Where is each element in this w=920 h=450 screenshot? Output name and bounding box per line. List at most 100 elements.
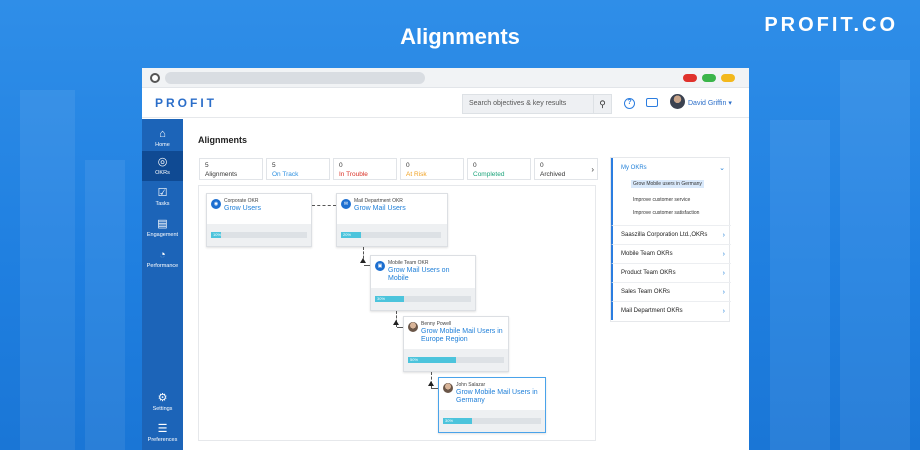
- okr-card[interactable]: Benny Powell Grow Mobile Mail Users in E…: [403, 316, 509, 372]
- okr-group-item[interactable]: Product Team OKRs ›: [611, 263, 731, 282]
- chevron-right-icon[interactable]: ›: [591, 165, 594, 174]
- chevron-right-icon: ›: [722, 232, 725, 239]
- stat-count: 0: [406, 162, 410, 169]
- sidebar-item-tasks[interactable]: ☑ Tasks: [142, 182, 183, 212]
- sidebar-item-engagement[interactable]: ▤ Engagement: [142, 213, 183, 243]
- brand-logo: PROFIT.CO: [764, 14, 898, 36]
- sidebar: ⌂ Home ◎ OKRs ☑ Tasks ▤ Engagement ◔ Per…: [142, 119, 183, 450]
- chevron-right-icon: ›: [722, 270, 725, 277]
- okr-card[interactable]: ▣ Mobile Team OKR Grow Mail Users on Mob…: [370, 255, 476, 311]
- sidebar-item-home[interactable]: ⌂ Home: [142, 123, 183, 153]
- progress-bar: 20%: [341, 232, 441, 238]
- okr-title[interactable]: Grow Mobile Mail Users in Germany: [456, 389, 540, 405]
- globe-icon: ◉: [211, 199, 221, 209]
- stat-count: 0: [540, 162, 544, 169]
- background-building: [770, 120, 830, 450]
- okr-card[interactable]: John Salazar Grow Mobile Mail Users in G…: [438, 377, 546, 433]
- my-okr-item[interactable]: Grow Mobile users in Germany: [631, 180, 704, 188]
- stat-label: On Track: [272, 171, 299, 178]
- chevron-down-icon[interactable]: ⌄: [719, 164, 725, 172]
- stat-label: In Trouble: [339, 171, 368, 178]
- okr-group-label: Product Team OKRs: [621, 270, 676, 276]
- my-okrs-header[interactable]: My OKRs: [621, 165, 647, 171]
- expand-toggle[interactable]: [393, 320, 399, 325]
- okr-group-panel: My OKRs ⌄ Grow Mobile users in Germany I…: [610, 157, 731, 322]
- chevron-right-icon: ›: [722, 308, 725, 315]
- stat-count: 5: [205, 162, 209, 169]
- stat-completed[interactable]: 0 Completed: [467, 158, 531, 180]
- okr-card[interactable]: ✉ Mail Department OKR Grow Mail Users 20…: [336, 193, 448, 247]
- okr-title[interactable]: Grow Users: [224, 205, 310, 213]
- mail-icon: ✉: [341, 199, 351, 209]
- alignment-tree: ◉ Corporate OKR Grow Users 10% ✉ Mail De…: [198, 185, 596, 441]
- window-maximize-dot[interactable]: [702, 74, 716, 82]
- mobile-team-icon: ▣: [375, 261, 385, 271]
- stat-at-risk[interactable]: 0 At Risk: [400, 158, 464, 180]
- my-okr-item[interactable]: Improve customer satisfaction: [631, 209, 701, 217]
- okr-owner: John Salazar: [456, 382, 486, 388]
- user-name: David Griffin: [688, 100, 727, 107]
- okr-title[interactable]: Grow Mobile Mail Users in Europe Region: [421, 328, 505, 344]
- home-icon: ⌂: [159, 128, 166, 140]
- okr-card[interactable]: ◉ Corporate OKR Grow Users 10%: [206, 193, 312, 247]
- stat-count: 0: [473, 162, 477, 169]
- okr-title[interactable]: Grow Mail Users: [354, 205, 446, 213]
- sliders-icon: ☰: [157, 423, 168, 435]
- okr-group-label: Mail Department OKRs: [621, 308, 683, 314]
- help-icon[interactable]: ?: [624, 98, 635, 109]
- sidebar-item-okrs[interactable]: ◎ OKRs: [142, 151, 183, 181]
- window-minimize-dot[interactable]: [721, 74, 735, 82]
- stat-label: Alignments: [205, 171, 238, 178]
- sidebar-item-settings[interactable]: ⚙ Settings: [142, 387, 183, 417]
- progress-bar: 10%: [211, 232, 307, 238]
- gauge-icon: ◔: [159, 249, 166, 261]
- stat-alignments[interactable]: 5 Alignments: [199, 158, 263, 180]
- stat-in-trouble[interactable]: 0 In Trouble: [333, 158, 397, 180]
- sidebar-item-label: OKRs: [155, 170, 170, 176]
- expand-toggle[interactable]: [428, 381, 434, 386]
- app-header: PROFIT Search objectives & key results ⚲…: [142, 88, 749, 118]
- stat-count: 5: [272, 162, 276, 169]
- search-input[interactable]: Search objectives & key results ⚲: [462, 94, 612, 114]
- okr-group-item[interactable]: Mail Department OKRs ›: [611, 301, 731, 320]
- window-close-dot[interactable]: [683, 74, 697, 82]
- sidebar-item-label: Home: [155, 142, 170, 148]
- sidebar-item-preferences[interactable]: ☰ Preferences: [142, 418, 183, 448]
- address-bar[interactable]: [165, 72, 425, 84]
- background-building: [85, 160, 125, 450]
- background-building: [840, 60, 910, 450]
- stat-label: At Risk: [406, 171, 427, 178]
- browser-window: PROFIT Search objectives & key results ⚲…: [142, 68, 749, 450]
- search-icon[interactable]: ⚲: [593, 95, 611, 113]
- connector-line: [312, 205, 336, 206]
- stat-archived[interactable]: 0 Archived ›: [534, 158, 598, 180]
- connector-line: [432, 388, 438, 389]
- okr-group-item[interactable]: Sales Team OKRs ›: [611, 282, 731, 301]
- stat-count: 0: [339, 162, 343, 169]
- sidebar-item-performance[interactable]: ◔ Performance: [142, 244, 183, 274]
- okr-owner: Mobile Team OKR: [388, 260, 429, 266]
- progress-label: 10%: [213, 232, 222, 237]
- sidebar-item-label: Performance: [146, 263, 179, 269]
- chat-icon[interactable]: [646, 98, 658, 107]
- avatar: [408, 322, 418, 332]
- okr-group-item[interactable]: Mobile Team OKRs ›: [611, 244, 731, 263]
- checkbox-icon: ☑: [157, 187, 168, 199]
- okr-group-label: Mobile Team OKRs: [621, 251, 673, 257]
- okr-owner: Benny Powell: [421, 321, 452, 327]
- sidebar-item-label: Settings: [152, 406, 173, 412]
- stat-on-track[interactable]: 5 On Track: [266, 158, 330, 180]
- browser-chrome: [142, 68, 749, 88]
- progress-label: 30%: [445, 418, 454, 423]
- okr-owner: Corporate OKR: [224, 198, 259, 204]
- user-avatar[interactable]: [670, 94, 685, 109]
- sidebar-item-label: Engagement: [146, 232, 179, 238]
- my-okrs-section: My OKRs ⌄ Grow Mobile users in Germany I…: [611, 158, 731, 225]
- okr-title[interactable]: Grow Mail Users on Mobile: [388, 267, 466, 283]
- my-okr-item[interactable]: Improve customer service: [631, 196, 692, 204]
- stat-label: Completed: [473, 171, 505, 178]
- okr-group-item[interactable]: Saaszilla Corporation Ltd.,OKRs ›: [611, 225, 731, 244]
- user-menu[interactable]: David Griffin ▾: [688, 99, 732, 107]
- expand-toggle[interactable]: [360, 258, 366, 263]
- app-logo[interactable]: PROFIT: [155, 96, 217, 110]
